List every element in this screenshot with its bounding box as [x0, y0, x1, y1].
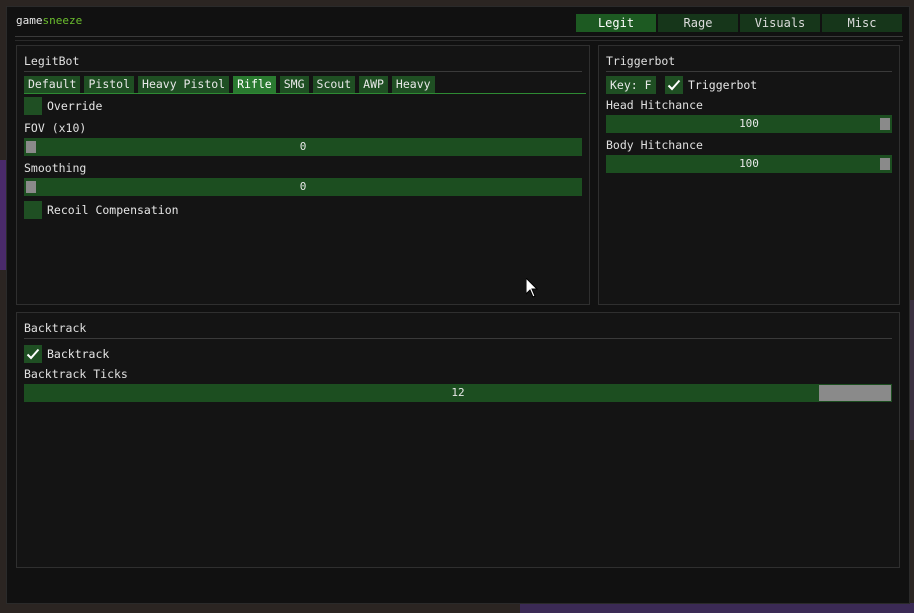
- fov-value: 0: [299, 140, 307, 153]
- weapon-tab-heavy-pistol[interactable]: Heavy Pistol: [138, 76, 230, 93]
- weapon-tab-default[interactable]: Default: [24, 76, 81, 93]
- triggerbot-title-rule: [606, 71, 892, 72]
- main-tabs: Legit Rage Visuals Misc: [576, 14, 902, 32]
- recoil-label: Recoil Compensation: [47, 203, 179, 217]
- weapon-tab-pistol[interactable]: Pistol: [84, 76, 135, 93]
- weapon-tabs-underline: [24, 93, 586, 94]
- legitbot-title-rule: [24, 71, 582, 72]
- legitbot-panel: LegitBot Default Pistol Heavy Pistol Rif…: [16, 45, 590, 305]
- legitbot-title: LegitBot: [24, 54, 80, 68]
- triggerbot-enable-row[interactable]: Triggerbot: [665, 76, 757, 94]
- cheat-menu-window: gamesneeze Legit Rage Visuals Misc Legit…: [6, 6, 910, 604]
- head-hitchance-slider[interactable]: 100: [606, 115, 892, 133]
- triggerbot-enable-label: Triggerbot: [688, 78, 758, 92]
- header-divider: [15, 36, 903, 37]
- recoil-row[interactable]: Recoil Compensation: [24, 201, 179, 219]
- tab-rage[interactable]: Rage: [658, 14, 738, 32]
- app-title-part2: sneeze: [42, 14, 83, 27]
- head-hitchance-label: Head Hitchance: [606, 98, 703, 112]
- game-background-bottom: [520, 603, 914, 613]
- triggerbot-checkbox[interactable]: [665, 76, 683, 94]
- body-hitchance-label: Body Hitchance: [606, 138, 703, 152]
- app-title-part1: game: [16, 14, 43, 27]
- recoil-checkbox[interactable]: [24, 201, 42, 219]
- checkmark-icon: [667, 79, 681, 91]
- header-divider-secondary: [15, 40, 903, 41]
- backtrack-title: Backtrack: [24, 321, 87, 335]
- triggerbot-key-button[interactable]: Key: F: [606, 76, 656, 94]
- override-label: Override: [47, 99, 103, 113]
- mouse-cursor-icon: [525, 276, 539, 301]
- override-checkbox[interactable]: [24, 97, 42, 115]
- smoothing-slider[interactable]: 0: [24, 178, 582, 196]
- backtrack-panel: Backtrack Backtrack Backtrack Ticks 12: [16, 312, 900, 568]
- tab-misc[interactable]: Misc: [822, 14, 902, 32]
- fov-slider[interactable]: 0: [24, 138, 582, 156]
- body-hitchance-value: 100: [739, 157, 759, 170]
- backtrack-ticks-label: Backtrack Ticks: [24, 367, 128, 381]
- tab-legit[interactable]: Legit: [576, 14, 656, 32]
- weapon-tab-scout[interactable]: Scout: [312, 76, 356, 93]
- smoothing-label: Smoothing: [24, 161, 87, 175]
- weapon-tab-rifle[interactable]: Rifle: [233, 76, 276, 93]
- backtrack-ticks-slider[interactable]: 12: [24, 384, 892, 402]
- backtrack-checkbox[interactable]: [24, 345, 42, 363]
- weapon-tab-smg[interactable]: SMG: [279, 76, 309, 93]
- backtrack-enable-label: Backtrack: [47, 347, 110, 361]
- head-hitchance-value: 100: [739, 117, 759, 130]
- body-hitchance-slider[interactable]: 100: [606, 155, 892, 173]
- backtrack-ticks-value: 12: [451, 386, 465, 399]
- checkmark-icon: [26, 348, 40, 360]
- fov-label: FOV (x10): [24, 121, 87, 135]
- override-row[interactable]: Override: [24, 97, 102, 115]
- weapon-tabs: Default Pistol Heavy Pistol Rifle SMG Sc…: [24, 76, 435, 93]
- triggerbot-panel: Triggerbot Key: F Triggerbot Head Hitcha…: [598, 45, 900, 305]
- smoothing-value: 0: [299, 180, 307, 193]
- triggerbot-title: Triggerbot: [606, 54, 676, 68]
- tab-visuals[interactable]: Visuals: [740, 14, 820, 32]
- weapon-tab-heavy[interactable]: Heavy: [391, 76, 435, 93]
- app-title: gamesneeze: [16, 14, 82, 27]
- backtrack-enable-row[interactable]: Backtrack: [24, 345, 109, 363]
- backtrack-title-rule: [24, 338, 892, 339]
- weapon-tab-awp[interactable]: AWP: [359, 76, 388, 93]
